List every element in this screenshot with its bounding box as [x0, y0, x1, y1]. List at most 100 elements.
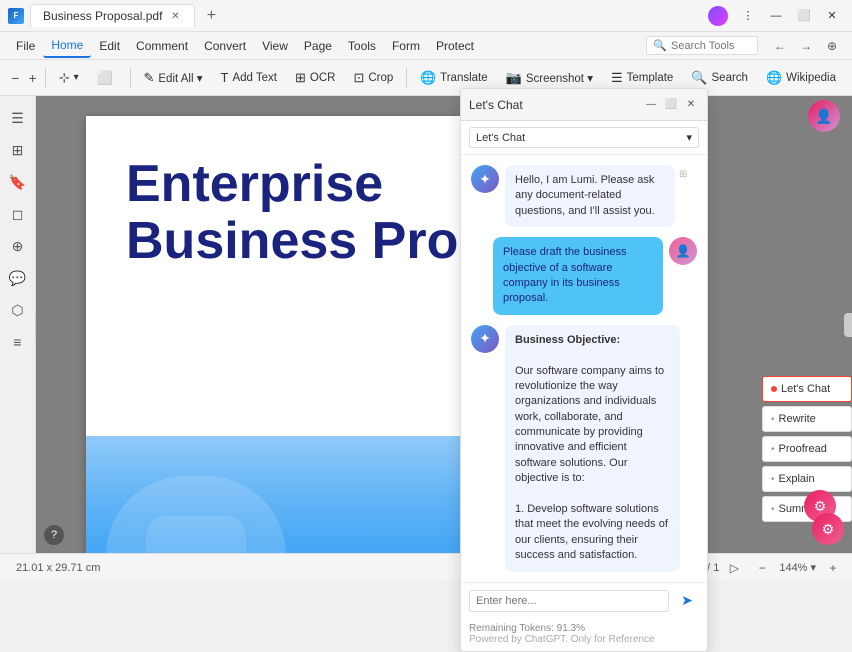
active-tab[interactable]: Business Proposal.pdf ✕	[30, 4, 195, 27]
menu-form[interactable]: Form	[384, 35, 428, 57]
sidebar-icon-page[interactable]: ☰	[4, 104, 32, 132]
zoom-out-status-btn[interactable]: −	[751, 557, 773, 579]
pdf-bottom-image	[86, 436, 506, 553]
zoom-in-status-btn[interactable]: +	[822, 557, 844, 579]
crop-button[interactable]: ⊡ Crop	[345, 66, 401, 90]
chat-dialog-title: Let's Chat	[469, 98, 643, 112]
ai-fab-button[interactable]: ⚙	[812, 513, 844, 545]
bot-avatar-1: ✦	[471, 165, 499, 193]
chat-input[interactable]	[469, 590, 669, 612]
sidebar-icon-bookmark[interactable]: 🔖	[4, 168, 32, 196]
lets-chat-panel-button[interactable]: Let's Chat	[762, 376, 852, 402]
sidebar-icon-stamp[interactable]: ⬡	[4, 296, 32, 324]
active-dot	[771, 386, 777, 392]
search-icon: 🔍	[653, 39, 667, 52]
chat-messages-container[interactable]: ✦ Hello, I am Lumi. Please ask any docum…	[461, 155, 707, 582]
minimize-button[interactable]: —	[764, 4, 788, 28]
sidebar-icon-layer[interactable]: ◻	[4, 200, 32, 228]
translate-button[interactable]: 🌐 Translate	[412, 66, 496, 90]
chat-titlebar: Let's Chat — ⬜ ✕	[461, 89, 707, 121]
explain-label: Explain	[779, 473, 815, 485]
select-tool-button[interactable]: ⊹ ▾	[51, 66, 87, 90]
ai-fab-icon: ⚙	[822, 521, 835, 538]
proofread-panel-button[interactable]: • Proofread	[762, 436, 852, 462]
chat-minimize-button[interactable]: —	[643, 97, 659, 113]
menu-edit[interactable]: Edit	[91, 35, 128, 57]
explain-panel-button[interactable]: • Explain	[762, 466, 852, 492]
edit-all-button[interactable]: ✎ Edit All ▾	[135, 66, 210, 90]
select-icon: ⊹	[59, 70, 70, 86]
bot-message-1: Hello, I am Lumi. Please ask any documen…	[505, 165, 675, 227]
user-profile-avatar[interactable]: 👤	[808, 100, 840, 132]
chat-send-button[interactable]: ➤	[675, 589, 699, 613]
ocr-button[interactable]: ⊞ OCR	[287, 66, 343, 90]
menu-home[interactable]: Home	[43, 34, 91, 58]
rectangle-tool-button[interactable]: ⬜	[89, 66, 125, 90]
sidebar-icon-comment[interactable]: 💬	[4, 264, 32, 292]
sidebar-icon-thumbnail[interactable]: ⊞	[4, 136, 32, 164]
bot-message-2: Business Objective: Our software company…	[505, 325, 680, 572]
chat-dropdown-select[interactable]: Let's Chat ▾	[469, 127, 699, 148]
send-icon: ➤	[681, 592, 693, 609]
add-text-button[interactable]: T Add Text	[213, 66, 286, 89]
search-button[interactable]: 🔍 Search	[683, 66, 756, 90]
bot-icon-2: ✦	[479, 330, 491, 347]
toolbar-divider-3	[406, 68, 407, 88]
menu-convert[interactable]: Convert	[196, 35, 254, 57]
close-window-button[interactable]: ✕	[820, 4, 844, 28]
translate-label: Translate	[440, 72, 488, 84]
search-tools-input[interactable]	[671, 40, 751, 52]
nav-more-button[interactable]: ⊕	[820, 34, 844, 58]
next-page-button[interactable]: ▷	[723, 557, 745, 579]
chat-message-bot-1: ✦ Hello, I am Lumi. Please ask any docum…	[471, 165, 697, 227]
menu-comment[interactable]: Comment	[128, 35, 196, 57]
lets-chat-label: Let's Chat	[781, 383, 830, 395]
user-chat-avatar: 👤	[669, 237, 697, 265]
wikipedia-label: Wikipedia	[786, 72, 836, 84]
rewrite-label: Rewrite	[779, 413, 816, 425]
pdf-page: Enterprise Business Pro	[86, 116, 506, 553]
template-button[interactable]: ☰ Template	[603, 66, 681, 90]
zoom-out-button[interactable]: −	[8, 66, 23, 90]
new-tab-button[interactable]: +	[199, 4, 223, 28]
main-content: Enterprise Business Pro	[36, 96, 852, 553]
chat-footer: Remaining Tokens: 91.3% Powered by ChatG…	[461, 619, 707, 651]
chat-dropdown-container: Let's Chat ▾	[461, 121, 707, 155]
close-tab-button[interactable]: ✕	[168, 9, 182, 23]
menu-page[interactable]: Page	[296, 35, 340, 57]
app-icon: F	[8, 8, 24, 24]
zoom-in-button[interactable]: +	[25, 66, 40, 90]
more-options-button[interactable]: ⋮	[736, 4, 760, 28]
wikipedia-button[interactable]: 🌐 Wikipedia	[758, 66, 844, 90]
screenshot-label: Screenshot ▾	[526, 71, 593, 85]
sidebar-icon-more[interactable]: ≡	[4, 328, 32, 356]
ocr-label: OCR	[310, 72, 336, 84]
menu-file[interactable]: File	[8, 35, 43, 57]
help-button[interactable]: ?	[44, 525, 64, 545]
menubar: File Home Edit Comment Convert View Page…	[0, 32, 852, 60]
menubar-controls: 🔍 ← → ⊕	[646, 34, 844, 58]
chat-bubble-row-1: Hello, I am Lumi. Please ask any documen…	[505, 165, 687, 227]
menu-protect[interactable]: Protect	[428, 35, 482, 57]
nav-forward-button[interactable]: →	[794, 34, 818, 58]
screenshot-button[interactable]: 📷 Screenshot ▾	[498, 66, 601, 90]
chat-message-bot-2: ✦ Business Objective: Our software compa…	[471, 325, 697, 572]
right-panel: Let's Chat • Rewrite • Proofread • Expla…	[752, 96, 852, 558]
powered-by-label: Powered by ChatGPT. Only for Reference	[469, 634, 699, 645]
add-text-label: Add Text	[232, 72, 277, 84]
chat-maximize-button[interactable]: ⬜	[663, 97, 679, 113]
maximize-button[interactable]: ⬜	[792, 4, 816, 28]
search-label: Search	[712, 72, 748, 84]
sidebar-icon-attachment[interactable]: ⊕	[4, 232, 32, 260]
nav-back-button[interactable]: ←	[768, 34, 792, 58]
pdf-title-line2: Business Pro	[126, 213, 466, 270]
copy-icon-1[interactable]: ⊞	[679, 169, 687, 180]
select-tool-label: ▾	[74, 72, 79, 83]
proofread-bullet: •	[771, 444, 775, 455]
rewrite-panel-button[interactable]: • Rewrite	[762, 406, 852, 432]
chat-input-area: ➤	[461, 582, 707, 619]
zoom-level-display: 144% ▾	[779, 561, 816, 574]
chat-close-button[interactable]: ✕	[683, 97, 699, 113]
menu-tools[interactable]: Tools	[340, 35, 384, 57]
menu-view[interactable]: View	[254, 35, 296, 57]
